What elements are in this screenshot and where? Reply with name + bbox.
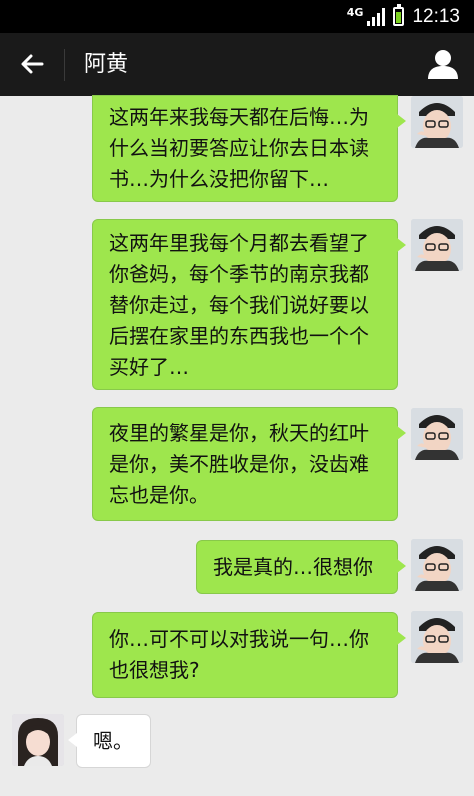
contact-avatar-image [12,714,64,766]
status-indicators: 4G 12:13 [347,0,460,33]
user-avatar-image [411,611,463,663]
chat-title: 阿黄 [84,52,129,77]
message-line: 嗯。 [93,729,133,753]
profile-button[interactable] [426,48,460,80]
message-line: 什么当初要答应让你去日本读 [109,136,369,160]
message-line: 夜里的繁星是你，秋天的红叶 [109,421,369,445]
back-button[interactable] [16,48,48,80]
arrow-left-icon [21,54,44,74]
message-line: 替你走过，每个我们说好要以 [109,293,369,317]
message-line: 你爸妈，每个季节的南京我都 [109,262,369,286]
message-line: 忘也是你。 [109,483,209,507]
message-line: 后摆在家里的东西我也一个个 [109,324,369,348]
message-line: 我是真的…很想你 [213,555,373,579]
person-icon [428,50,458,79]
message-line: 这两年来我每天都在后悔…为 [109,105,369,129]
message-line: 这两年里我每个月都去看望了 [109,231,369,255]
user-avatar-image [411,408,463,460]
message-line: 是你，美不胜收是你，没齿难 [109,452,369,476]
message-bubble[interactable]: 我是真的…很想你 [196,540,406,594]
message-line: 书…为什么没把你留下… [109,167,329,191]
message-bubble[interactable]: 夜里的繁星是你，秋天的红叶 是你，美不胜收是你，没齿难 忘也是你。 [92,407,406,521]
status-bar: 4G 12:13 [0,0,474,33]
message-bubble[interactable]: 你…可不可以对我说一句…你 也很想我? [92,612,406,698]
message-bubble[interactable]: 嗯。 [68,714,151,768]
message-line: 也很想我? [109,658,200,682]
message-bubble[interactable]: 这两年里我每个月都去看望了 你爸妈，每个季节的南京我都 替你走过，每个我们说好要… [92,219,406,390]
message-line: 买好了… [109,355,189,379]
message-line: 你…可不可以对我说一句…你 [109,627,369,651]
network-type: 4G [346,6,364,19]
title-bar: 阿黄 [0,33,474,96]
signal-icon [367,7,386,26]
avatar[interactable] [411,611,463,663]
user-avatar-image [411,539,463,591]
avatar[interactable] [12,714,64,766]
message-bubble[interactable]: 这两年来我每天都在后悔…为 什么当初要答应让你去日本读 书…为什么没把你留下… [92,95,406,202]
battery-icon [393,4,405,26]
avatar[interactable] [411,96,463,148]
avatar[interactable] [411,219,463,271]
avatar[interactable] [411,408,463,460]
title-divider [64,49,65,81]
clock: 12:13 [412,5,460,27]
avatar[interactable] [411,539,463,591]
user-avatar-image [411,219,463,271]
user-avatar-image [411,96,463,148]
